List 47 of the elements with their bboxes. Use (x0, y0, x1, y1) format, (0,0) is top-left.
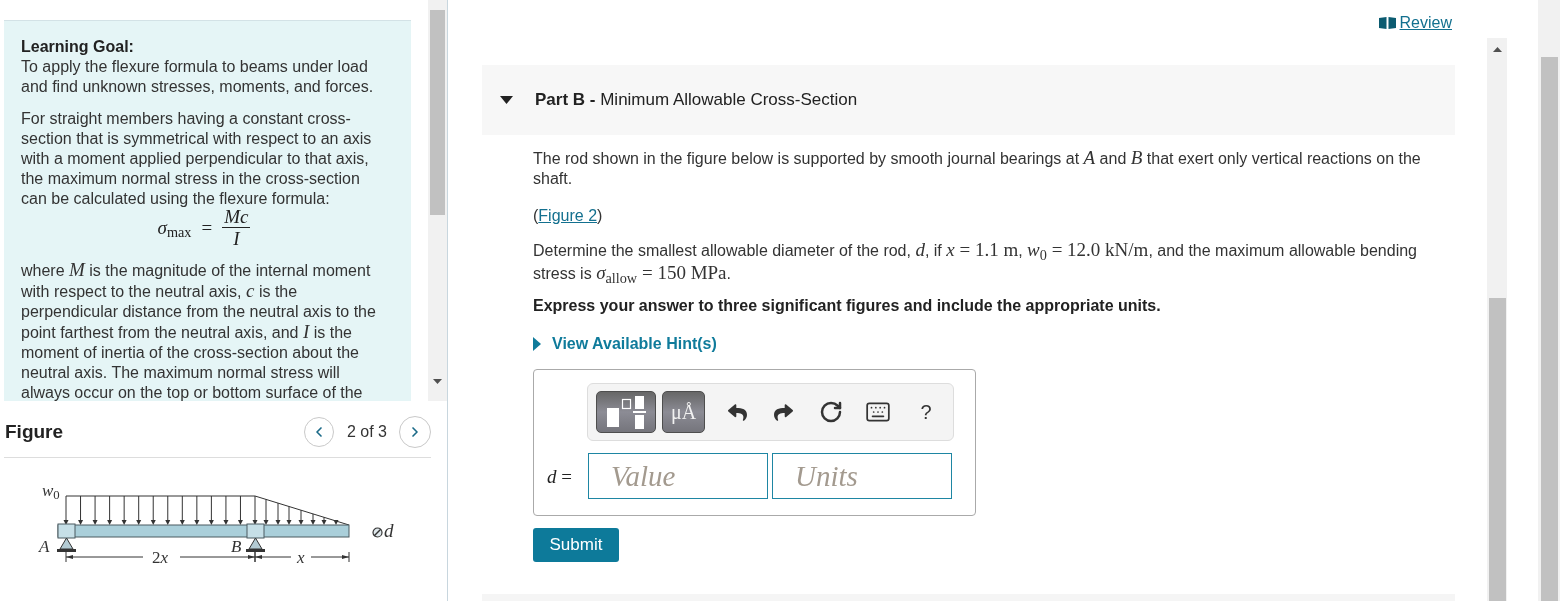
diameter-label: d (384, 522, 394, 540)
undo-icon (727, 402, 747, 422)
scrollbar-thumb[interactable] (1540, 57, 1558, 601)
value-input[interactable]: Value (588, 453, 768, 499)
review-link[interactable]: Review (1378, 13, 1452, 33)
explanation-paragraph: where M is the magnitude of the internal moment with respect to the neutral axis, c is the perpendicular distance from the neutral axis to the point farthest from the neutral axis, and I is the moment of inertia of the cross-section about the neutral axis. The maximum normal stress will always occur on the top or bottom surface of the (21, 260, 377, 403)
view-hints-button[interactable]: View Available Hint(s) (533, 334, 717, 354)
bearing-block (246, 523, 265, 539)
keyboard-icon (865, 399, 891, 425)
answer-instruction: Express your answer to three significant figures and include the appropriate units. (533, 296, 1161, 316)
figure-link[interactable]: Figure 2 (538, 207, 598, 224)
dimension-label: 2x (152, 549, 169, 567)
support-label: B (231, 538, 242, 556)
support-label: A (39, 538, 50, 556)
redo-icon (773, 402, 793, 422)
previous-figure-button[interactable] (303, 417, 334, 447)
book-icon (1378, 17, 1396, 29)
scrollbar-thumb[interactable] (1488, 298, 1506, 601)
dimension-label: x (297, 549, 305, 567)
pin-support (246, 537, 265, 552)
figure-page-counter: 2 of 3 (346, 422, 387, 442)
scroll-up-arrow-icon[interactable] (1492, 47, 1502, 52)
scrollbar-thumb[interactable] (430, 10, 445, 215)
figure-reference: (Figure 2) (533, 206, 603, 226)
variable-label: d = (547, 466, 572, 486)
question-paragraph: Determine the smallest allowable diameter of the rod, d, if x = 1.1 m, w$_{0}$ = 12.0 kN/m, and the maximum allowable bending stress is σ$_{allow}$ = 150 MPa. (533, 239, 1418, 285)
symbols-button[interactable]: μÅ (662, 391, 705, 433)
problem-paragraph: The rod shown in the figure below is supported by smooth journal bearings at A and B that exert only vertical reactions on the shaft. (533, 148, 1422, 189)
pin-support (57, 537, 76, 552)
part-title: Part B - Minimum Allowable Cross-Section (535, 89, 858, 112)
reset-icon (819, 400, 843, 424)
keyboard-button[interactable] (864, 400, 892, 424)
learning-goal-heading: Learning Goal: (21, 37, 135, 57)
submit-button[interactable]: Submit (533, 528, 619, 562)
diameter-symbol-icon (372, 527, 383, 538)
figure-heading: Figure (5, 419, 64, 444)
reset-button[interactable] (819, 400, 843, 424)
bearing-block (57, 523, 76, 539)
fraction-template-icon (606, 395, 646, 429)
help-button[interactable]: ? (916, 400, 936, 424)
units-input[interactable]: Units (772, 453, 952, 499)
templates-button[interactable] (596, 391, 656, 433)
intro-paragraph: For straight members having a constant cross-section that is symmetrical with respect to an axis with a moment applied perpendicular to that axis, the maximum normal stress in the cross-section can be calculated using the flexure formula: (21, 109, 373, 209)
learning-goal-text: To apply the flexure formula to beams under load and find unknown stresses, moments, and forces. (21, 57, 375, 97)
load-label: w$_{0}$ (42, 482, 60, 500)
part-header[interactable]: Part B - Minimum Allowable Cross-Section (482, 65, 1455, 135)
scroll-down-arrow-icon[interactable] (433, 379, 442, 384)
